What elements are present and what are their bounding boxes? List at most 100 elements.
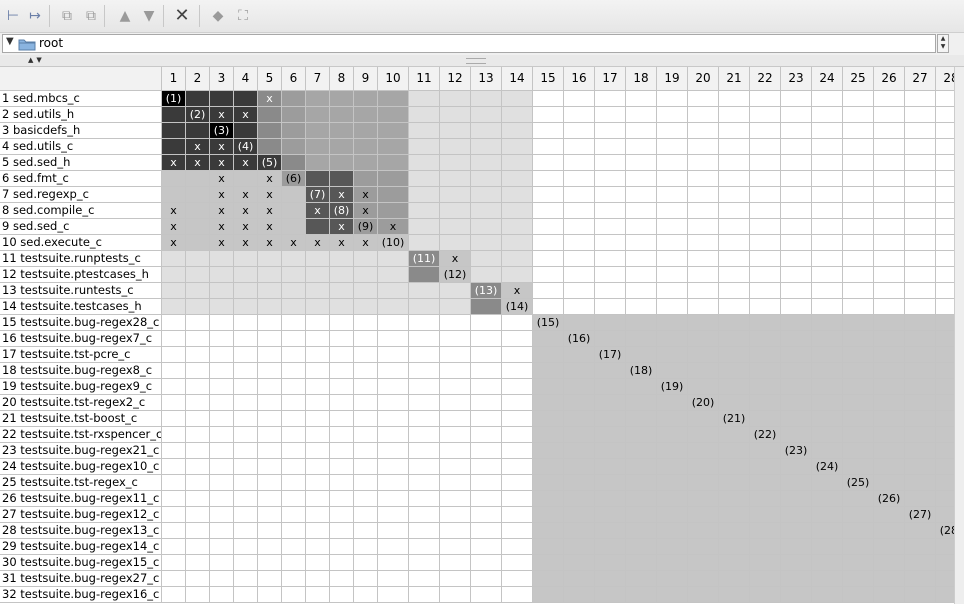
matrix-cell[interactable] [258,251,282,267]
matrix-cell[interactable] [626,283,657,299]
matrix-cell[interactable] [440,395,471,411]
matrix-cell[interactable] [186,555,210,571]
matrix-cell[interactable] [354,587,378,603]
matrix-cell[interactable] [234,411,258,427]
matrix-cell[interactable] [781,123,812,139]
matrix-cell[interactable] [162,283,186,299]
matrix-cell[interactable] [258,555,282,571]
matrix-cell[interactable] [905,235,936,251]
matrix-cell[interactable] [471,379,502,395]
matrix-cell[interactable] [564,347,595,363]
matrix-cell[interactable] [186,523,210,539]
matrix-cell[interactable] [905,251,936,267]
matrix-cell[interactable] [657,123,688,139]
matrix-cell[interactable] [186,459,210,475]
matrix-cell[interactable] [186,251,210,267]
matrix-cell[interactable] [378,571,409,587]
matrix-cell[interactable] [186,171,210,187]
matrix-cell[interactable] [533,363,564,379]
matrix-cell[interactable] [471,571,502,587]
column-header[interactable]: 18 [626,67,657,91]
matrix-cell[interactable] [502,219,533,235]
matrix-cell[interactable] [440,587,471,603]
matrix-cell[interactable] [657,155,688,171]
matrix-cell[interactable] [186,571,210,587]
row-header[interactable]: 22 testsuite.tst-rxspencer_c [0,427,162,443]
matrix-cell[interactable] [502,523,533,539]
matrix-cell[interactable] [162,443,186,459]
matrix-cell[interactable] [812,379,843,395]
matrix-cell[interactable] [843,171,874,187]
matrix-cell[interactable] [533,459,564,475]
matrix-cell[interactable] [258,299,282,315]
matrix-cell[interactable] [874,523,905,539]
matrix-cell[interactable] [471,331,502,347]
matrix-cell[interactable] [905,523,936,539]
matrix-cell[interactable] [440,107,471,123]
matrix-cell[interactable] [378,251,409,267]
matrix-cell[interactable]: x [354,203,378,219]
matrix-cell[interactable] [595,443,626,459]
matrix-cell[interactable] [874,459,905,475]
matrix-cell[interactable] [282,523,306,539]
matrix-cell[interactable] [409,475,440,491]
row-header[interactable]: 16 testsuite.bug-regex7_c [0,331,162,347]
matrix-cell[interactable] [626,523,657,539]
matrix-cell[interactable]: x [234,187,258,203]
matrix-cell[interactable]: x [210,235,234,251]
matrix-cell[interactable] [471,235,502,251]
matrix-cell[interactable] [688,443,719,459]
matrix-cell[interactable] [781,475,812,491]
diagonal-cell[interactable]: (19) [657,379,688,395]
matrix-cell[interactable] [812,283,843,299]
matrix-cell[interactable] [354,539,378,555]
matrix-cell[interactable]: x [210,187,234,203]
column-header[interactable]: 19 [657,67,688,91]
matrix-cell[interactable] [330,251,354,267]
matrix-cell[interactable] [564,283,595,299]
matrix-cell[interactable] [409,395,440,411]
matrix-cell[interactable] [306,539,330,555]
matrix-cell[interactable] [688,427,719,443]
matrix-cell[interactable] [282,123,306,139]
matrix-cell[interactable] [595,267,626,283]
diagonal-cell[interactable]: (8) [330,203,354,219]
matrix-cell[interactable]: x [162,219,186,235]
matrix-cell[interactable] [781,235,812,251]
diagonal-cell[interactable]: (4) [234,139,258,155]
matrix-cell[interactable] [306,347,330,363]
matrix-cell[interactable] [409,459,440,475]
vertical-scrollbar[interactable] [954,67,964,604]
diagonal-cell[interactable]: (7) [306,187,330,203]
matrix-cell[interactable] [378,331,409,347]
matrix-cell[interactable] [162,363,186,379]
matrix-cell[interactable] [440,283,471,299]
row-header[interactable]: 11 testsuite.runptests_c [0,251,162,267]
matrix-cell[interactable]: x [258,235,282,251]
matrix-cell[interactable] [595,555,626,571]
matrix-cell[interactable] [719,123,750,139]
matrix-cell[interactable] [843,587,874,603]
matrix-cell[interactable] [750,363,781,379]
matrix-cell[interactable] [186,475,210,491]
matrix-cell[interactable] [162,107,186,123]
diagonal-cell[interactable]: (11) [409,251,440,267]
matrix-cell[interactable] [564,91,595,107]
matrix-cell[interactable] [330,555,354,571]
matrix-cell[interactable] [564,315,595,331]
matrix-cell[interactable] [626,443,657,459]
row-header[interactable]: 26 testsuite.bug-regex11_c [0,491,162,507]
matrix-cell[interactable] [843,555,874,571]
matrix-cell[interactable] [533,539,564,555]
matrix-cell[interactable] [282,363,306,379]
matrix-cell[interactable] [533,507,564,523]
column-header[interactable]: 21 [719,67,750,91]
matrix-cell[interactable] [750,123,781,139]
matrix-cell[interactable] [378,459,409,475]
matrix-cell[interactable] [843,283,874,299]
matrix-cell[interactable] [258,139,282,155]
matrix-cell[interactable] [843,395,874,411]
matrix-cell[interactable] [905,123,936,139]
matrix-cell[interactable] [330,315,354,331]
row-header[interactable]: 25 testsuite.tst-regex_c [0,475,162,491]
